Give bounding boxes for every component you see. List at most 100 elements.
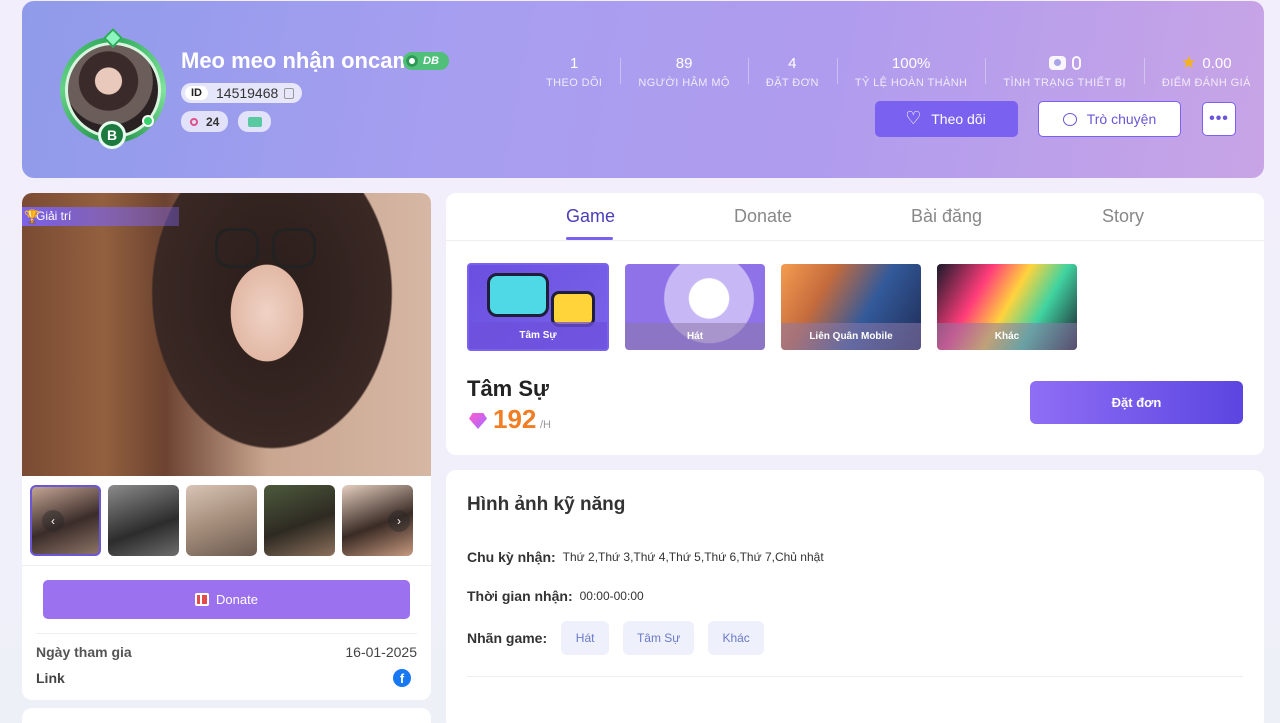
gift-icon bbox=[195, 593, 210, 606]
time-label: Thời gian nhận: bbox=[467, 588, 573, 604]
gender-pill bbox=[238, 111, 271, 132]
chat-label: Trò chuyện bbox=[1086, 111, 1157, 127]
stat-label: TỶ LỆ HOÀN THÀNH bbox=[854, 77, 968, 89]
schedule-value: Thứ 2,Thứ 3,Thứ 4,Thứ 5,Thứ 6,Thứ 7,Chủ … bbox=[562, 550, 824, 564]
divider bbox=[467, 676, 1243, 677]
photo-detail bbox=[215, 228, 259, 268]
main-photo[interactable] bbox=[22, 193, 431, 476]
active-tab-indicator bbox=[566, 237, 613, 240]
thumbnail[interactable] bbox=[264, 485, 335, 556]
game-card-tam-su[interactable]: Tâm Sự bbox=[467, 263, 609, 351]
link-label: Link bbox=[36, 670, 65, 686]
rating-value: 0.00 bbox=[1202, 54, 1232, 72]
skill-title: Hình ảnh kỹ năng bbox=[467, 494, 626, 515]
chat-icon bbox=[1062, 112, 1077, 126]
tab-donate[interactable]: Donate bbox=[734, 206, 792, 227]
category-banner: 🏆 Giải trí bbox=[22, 207, 179, 226]
stat-orders: 4 ĐẶT ĐƠN bbox=[747, 53, 837, 89]
game-list: Tâm Sự Hát Liên Quân Mobile Khác bbox=[467, 263, 1077, 351]
game-label: Khác bbox=[937, 323, 1077, 350]
rank-badge-icon: B bbox=[98, 121, 126, 149]
stat-following[interactable]: 1 THEO DÕI bbox=[542, 53, 620, 90]
username: Meo meo nhận oncam bbox=[181, 48, 413, 73]
stat-label: ĐIỂM ĐÁNH GIÁ bbox=[1161, 77, 1251, 89]
stat-rating-value: ★ 0.00 bbox=[1162, 53, 1251, 73]
divider bbox=[22, 565, 431, 566]
stat-label: NGƯỜI HÂM MỘ bbox=[638, 77, 730, 89]
stat-device-icons bbox=[1003, 53, 1126, 73]
gallery-card: 🏆 Giải trí ‹ › Donate Ngày tham gia 16-0… bbox=[22, 193, 431, 700]
game-tag[interactable]: Khác bbox=[708, 621, 765, 655]
stat-value: 1 bbox=[570, 54, 579, 72]
stat-label: TÌNH TRẠNG THIẾT BỊ bbox=[1003, 77, 1126, 89]
stat-completion: 100% TỶ LỆ HOÀN THÀNH bbox=[836, 53, 986, 89]
stat-device: TÌNH TRẠNG THIẾT BỊ bbox=[985, 53, 1144, 89]
stat-label: THEO DÕI bbox=[546, 77, 603, 89]
tags-row: Nhãn game: Hát Tâm Sự Khác bbox=[467, 621, 778, 655]
stat-value: 4 bbox=[788, 54, 797, 72]
order-button[interactable]: Đặt đơn bbox=[1030, 381, 1243, 424]
join-date-label: Ngày tham gia bbox=[36, 644, 132, 660]
chat-bubble-icon bbox=[487, 273, 549, 317]
stat-value: 89 bbox=[675, 54, 693, 72]
star-icon: ★ bbox=[1181, 53, 1197, 72]
game-label: Tâm Sự bbox=[469, 322, 607, 349]
donate-button[interactable]: Donate bbox=[43, 580, 410, 619]
tab-posts[interactable]: Bài đăng bbox=[911, 206, 982, 227]
level-badge: DB bbox=[403, 52, 449, 70]
stat-fans[interactable]: 89 NGƯỜI HÂM MỘ bbox=[620, 53, 747, 89]
online-status-dot bbox=[142, 115, 154, 127]
stat-label: ĐẶT ĐƠN bbox=[765, 77, 819, 89]
services-card: Game Donate Bài đăng Story Tâm Sự Hát Li… bbox=[446, 193, 1264, 455]
chat-button[interactable]: Trò chuyện bbox=[1038, 101, 1181, 137]
location-pill: 24 bbox=[181, 111, 229, 132]
copy-icon[interactable] bbox=[284, 87, 295, 99]
follow-label: Theo dõi bbox=[931, 111, 986, 127]
id-tag: ID bbox=[185, 86, 208, 100]
chevron-left-icon[interactable]: ‹ bbox=[42, 510, 64, 532]
diamond-icon bbox=[469, 413, 487, 429]
game-label: Liên Quân Mobile bbox=[781, 323, 921, 350]
more-options-button[interactable]: ••• bbox=[1202, 102, 1236, 136]
trophy-icon: 🏆 bbox=[24, 209, 41, 224]
selected-game-title: Tâm Sự bbox=[467, 376, 549, 401]
schedule-label: Chu kỳ nhận: bbox=[467, 549, 556, 565]
tab-story[interactable]: Story bbox=[1102, 206, 1144, 227]
heart-icon bbox=[905, 108, 921, 129]
microphone-icon bbox=[1071, 56, 1081, 70]
user-id-value: 14519468 bbox=[216, 85, 279, 101]
game-card-khac[interactable]: Khác bbox=[937, 264, 1077, 350]
thumbnail[interactable] bbox=[30, 485, 101, 556]
price-value: 192 bbox=[493, 404, 537, 434]
camera-icon bbox=[1048, 56, 1066, 70]
skill-card: Hình ảnh kỹ năng Chu kỳ nhận: Thứ 2,Thứ … bbox=[446, 470, 1264, 723]
gender-icon bbox=[247, 116, 262, 127]
location-pin-icon bbox=[190, 117, 198, 126]
profile-header: B Meo meo nhận oncam DB ID 14519468 24 1… bbox=[22, 1, 1264, 178]
divider bbox=[36, 633, 417, 634]
join-date-value: 16-01-2025 bbox=[345, 644, 417, 660]
game-tag[interactable]: Tâm Sự bbox=[623, 621, 695, 655]
donate-label: Donate bbox=[216, 592, 258, 607]
game-label: Hát bbox=[625, 323, 765, 350]
thumbnail-strip bbox=[30, 485, 413, 556]
facebook-icon[interactable]: f bbox=[393, 669, 411, 687]
game-card-hat[interactable]: Hát bbox=[625, 264, 765, 350]
price-unit: /H bbox=[540, 419, 551, 431]
avatar[interactable]: B bbox=[60, 28, 166, 149]
user-id-pill: ID 14519468 bbox=[181, 83, 303, 103]
tab-bar: Game Donate Bài đăng Story bbox=[446, 193, 1264, 241]
chevron-right-icon[interactable]: › bbox=[388, 510, 410, 532]
profile-stats: 1 THEO DÕI 89 NGƯỜI HÂM MỘ 4 ĐẶT ĐƠN 100… bbox=[542, 53, 1264, 89]
location-count: 24 bbox=[206, 114, 220, 129]
game-tag[interactable]: Hát bbox=[561, 621, 610, 655]
tab-game[interactable]: Game bbox=[566, 206, 615, 227]
time-value: 00:00-00:00 bbox=[579, 589, 644, 603]
category-label: Giải trí bbox=[36, 209, 72, 223]
thumbnail[interactable] bbox=[108, 485, 179, 556]
thumbnail[interactable] bbox=[186, 485, 257, 556]
follow-button[interactable]: Theo dõi bbox=[875, 101, 1018, 137]
stat-rating: ★ 0.00 ĐIỂM ĐÁNH GIÁ bbox=[1143, 53, 1264, 89]
time-row: Thời gian nhận: 00:00-00:00 bbox=[467, 588, 644, 604]
game-card-lien-quan[interactable]: Liên Quân Mobile bbox=[781, 264, 921, 350]
